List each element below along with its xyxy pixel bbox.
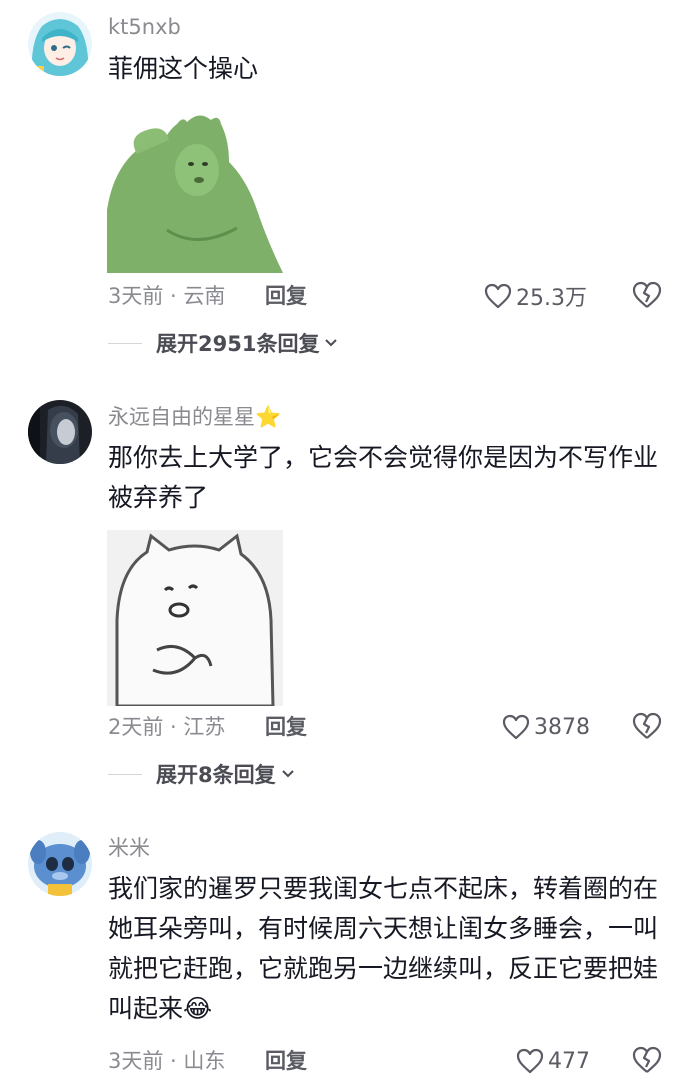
sticker-image (107, 530, 283, 706)
heart-outline-icon (484, 283, 512, 309)
comment-time: 3天前 (108, 284, 164, 308)
like-button[interactable]: 477 (516, 1046, 590, 1076)
chevron-down-icon (281, 770, 294, 778)
comment-location: 云南 (183, 284, 226, 308)
like-count: 477 (548, 1048, 590, 1074)
comment-text: 那你去上大学了，它会不会觉得你是因为不写作业被弃养了 (108, 443, 659, 512)
dislike-button[interactable] (631, 280, 663, 312)
comment-item: 米米 我们家的暹罗只要我闺女七点不起床，转着圈的在她耳朵旁叫，有时候周六天想让闺… (0, 822, 690, 1087)
dislike-button[interactable] (631, 1045, 663, 1077)
comment-location: 山东 (183, 1049, 226, 1073)
expand-replies-button[interactable]: 展开8条回复 (108, 759, 296, 789)
expand-replies-label: 展开2951条回复 (156, 332, 320, 356)
reply-button[interactable]: 回复 (265, 712, 307, 742)
broken-heart-icon (632, 1046, 662, 1073)
meta-separator: · (163, 284, 184, 308)
like-count: 3878 (534, 714, 590, 740)
comment-item: 永远自由的星星⭐ 那你去上大学了，它会不会觉得你是因为不写作业被弃养了 2天前 … (0, 390, 690, 800)
username[interactable]: 永远自由的星星⭐ (108, 404, 281, 430)
broken-heart-icon (632, 712, 662, 739)
comment-time: 2天前 (108, 715, 164, 739)
reply-button[interactable]: 回复 (265, 1046, 307, 1076)
heart-outline-icon (516, 1048, 544, 1074)
comment-time: 3天前 (108, 1049, 164, 1073)
expand-replies-button[interactable]: 展开2951条回复 (108, 328, 339, 358)
heart-outline-icon (502, 714, 530, 740)
laugh-cry-emoji: 😂 (183, 994, 213, 1023)
like-count: 25.3万 (516, 286, 587, 311)
chevron-down-icon (325, 339, 338, 347)
avatar[interactable] (28, 400, 92, 464)
comment-meta: 2天前 · 江苏 (108, 712, 225, 742)
like-button[interactable]: 25.3万 (484, 281, 587, 311)
divider (108, 342, 142, 344)
dislike-button[interactable] (631, 711, 663, 743)
comment-location: 江苏 (183, 715, 226, 739)
meta-separator: · (163, 1049, 184, 1073)
comment-text: 菲佣这个操心 (108, 54, 259, 83)
expand-replies-label: 展开8条回复 (156, 763, 276, 787)
comment-text: 我们家的暹罗只要我闺女七点不起床，转着圈的在她耳朵旁叫，有时候周六天想让闺女多睡… (108, 869, 668, 1029)
reply-button[interactable]: 回复 (265, 281, 307, 311)
comment-meta: 3天前 · 云南 (108, 281, 225, 311)
username[interactable]: 米米 (108, 835, 150, 861)
comment-item: kt5nxb 菲佣这个操心 3天前 · 云南 回复 25.3万 展开2951条回… (0, 0, 690, 380)
divider (108, 773, 142, 775)
avatar[interactable] (28, 12, 92, 76)
avatar[interactable] (28, 832, 92, 896)
like-button[interactable]: 3878 (502, 712, 590, 742)
broken-heart-icon (632, 281, 662, 308)
meta-separator: · (163, 715, 184, 739)
sticker-image (107, 110, 283, 273)
comment-meta: 3天前 · 山东 (108, 1046, 225, 1076)
username[interactable]: kt5nxb (108, 14, 181, 40)
